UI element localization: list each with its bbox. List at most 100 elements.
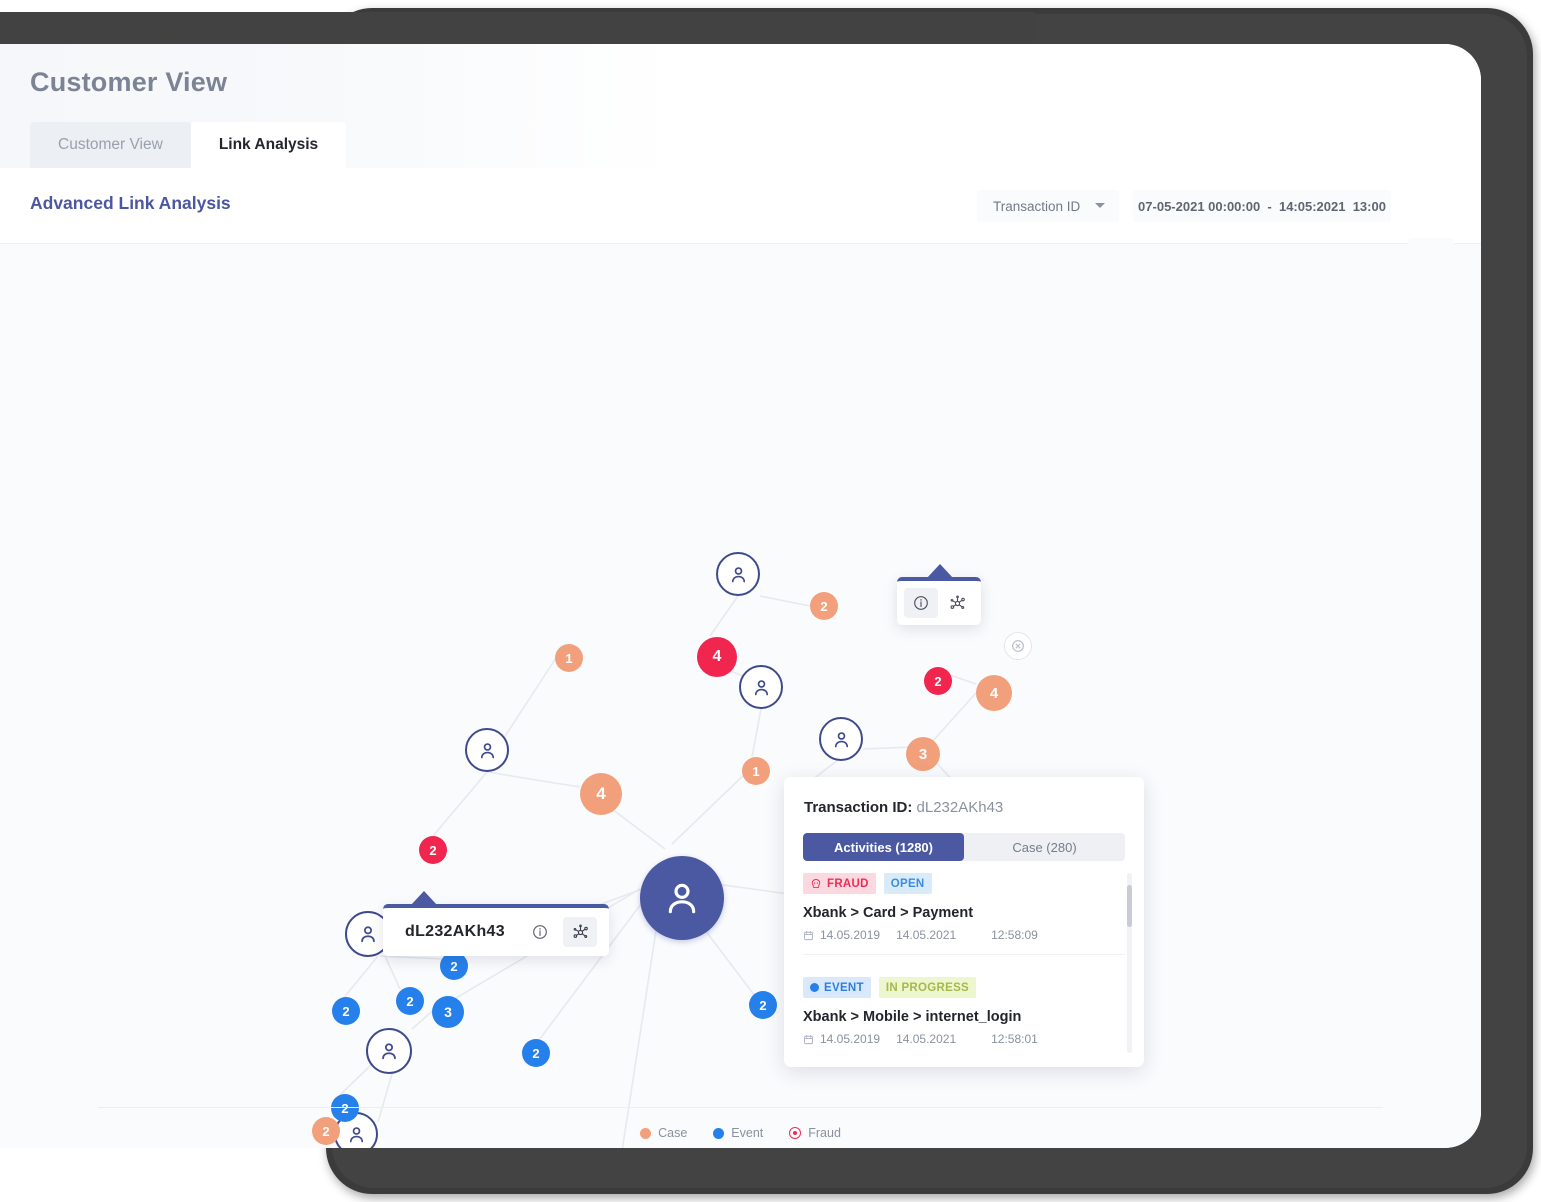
- tag-text: EVENT: [824, 981, 864, 994]
- list-item[interactable]: FRAUD OPEN Xbank > Card > Payment 14.05.…: [803, 873, 1125, 977]
- device-top-bar: [0, 12, 1035, 46]
- case-badge[interactable]: 1: [555, 644, 583, 672]
- node-tooltip-top[interactable]: [897, 564, 981, 625]
- list-item[interactable]: EVENT IN PROGRESS Xbank > Mobile > inter…: [803, 977, 1125, 1056]
- select-value: Transaction ID: [993, 198, 1081, 214]
- detail-title-value: dL232AKh43: [916, 799, 1004, 816]
- toolbar: Advanced Link Analysis Transaction ID 07…: [0, 168, 1481, 244]
- person-icon: [361, 926, 375, 943]
- activity-time: 12:58:01: [991, 1032, 1038, 1046]
- activity-meta: 14.05.2019 14.05.2021 12:58:01: [803, 1032, 1125, 1046]
- tab-activities[interactable]: Activities (1280): [803, 833, 964, 861]
- person-icon: [480, 742, 494, 758]
- case-badge[interactable]: 4: [976, 675, 1012, 711]
- case-badge[interactable]: 3: [906, 737, 940, 771]
- transaction-id-select[interactable]: Transaction ID: [977, 190, 1119, 222]
- node-info-button[interactable]: [523, 917, 557, 947]
- tag-text: OPEN: [890, 877, 925, 890]
- scrollbar[interactable]: [1127, 873, 1132, 1053]
- activity-date-1: 14.05.2019: [820, 928, 881, 942]
- event-badge[interactable]: 2: [331, 1094, 359, 1122]
- legend-item-case: Case: [640, 1126, 687, 1140]
- tooltip-caret: [411, 891, 437, 905]
- activity-name: Xbank > Mobile > internet_login: [803, 1009, 1022, 1025]
- person-icon: [834, 731, 848, 747]
- status-badge-open: OPEN: [883, 873, 932, 894]
- event-badge[interactable]: 3: [432, 996, 464, 1028]
- fraud-badge[interactable]: 2: [419, 836, 447, 864]
- section-title: Advanced Link Analysis: [30, 193, 231, 213]
- event-badge[interactable]: 2: [440, 952, 468, 980]
- info-icon: [914, 596, 928, 610]
- calendar-icon: [804, 930, 813, 940]
- case-badge[interactable]: 1: [742, 757, 770, 785]
- status-badge-event: EVENT: [803, 977, 871, 998]
- person-node[interactable]: [716, 552, 760, 596]
- person-node[interactable]: [739, 665, 783, 709]
- fraud-badge[interactable]: 2: [924, 667, 952, 695]
- event-badge[interactable]: 2: [522, 1039, 550, 1067]
- event-badge[interactable]: 2: [396, 987, 424, 1015]
- status-badge-in-progress: IN PROGRESS: [878, 977, 977, 998]
- detail-tabs: Activities (1280) Case (280): [803, 833, 1125, 861]
- person-icon: [754, 679, 768, 695]
- graph-legend: Case Event Fraud: [0, 1126, 1481, 1140]
- activity-name: Xbank > Card > Payment: [803, 905, 974, 921]
- activity-date-2: 14.05.2021: [896, 1032, 957, 1046]
- tooltip-label: dL232AKh43: [405, 923, 505, 940]
- legend-item-event: Event: [713, 1126, 763, 1140]
- activity-time: 12:58:09: [991, 928, 1038, 942]
- legend-label: Case: [658, 1126, 688, 1140]
- legend-label: Fraud: [808, 1126, 841, 1140]
- legend-item-fraud: Fraud: [789, 1126, 841, 1140]
- node-tooltip-bottom[interactable]: dL232AKh43: [383, 891, 609, 956]
- node-network-button[interactable]: [563, 917, 597, 947]
- main-tabs: Customer View Link Analysis: [30, 122, 347, 168]
- event-badge[interactable]: 2: [749, 991, 777, 1019]
- dot-icon: [810, 983, 819, 992]
- node-info-button[interactable]: [904, 588, 938, 618]
- close-circle-icon[interactable]: [1004, 632, 1032, 660]
- app-header: Customer View Customer View Link Analysi…: [0, 44, 1481, 168]
- hub-person-node[interactable]: [640, 856, 724, 940]
- detail-card-title: Transaction ID: dL232AKh43: [804, 799, 1003, 816]
- date-range-picker[interactable]: 07-05-2021 00:00:00 - 14:05:2021 13:00: [1133, 190, 1391, 222]
- status-badge-fraud: FRAUD: [803, 873, 876, 894]
- app-screen: Customer View Customer View Link Analysi…: [0, 44, 1481, 1148]
- case-badge[interactable]: 4: [580, 773, 622, 815]
- activity-date-1: 14.05.2019: [820, 1032, 881, 1046]
- network-icon: [573, 924, 588, 938]
- chevron-down-icon: [1095, 203, 1105, 208]
- case-badge[interactable]: 2: [810, 592, 838, 620]
- person-icon: [382, 1043, 396, 1060]
- calendar-icon: [804, 1034, 813, 1044]
- divider: [98, 1107, 1383, 1108]
- activity-date-2: 14.05.2021: [896, 928, 957, 942]
- close-icon: [1012, 640, 1024, 652]
- tab-case[interactable]: Case (280): [964, 833, 1125, 861]
- person-node[interactable]: [366, 1028, 412, 1074]
- legend-label: Event: [731, 1126, 764, 1140]
- page-title: Customer View: [30, 67, 228, 97]
- person-node[interactable]: [465, 728, 509, 772]
- tag-text: FRAUD: [827, 877, 869, 890]
- skull-icon: [811, 878, 821, 888]
- fraud-ring-icon: [789, 1127, 802, 1139]
- event-badge[interactable]: 2: [332, 997, 360, 1025]
- tooltip-caret: [927, 564, 953, 578]
- tag-text: IN PROGRESS: [885, 981, 970, 994]
- tab-link-analysis[interactable]: Link Analysis: [190, 122, 347, 168]
- activity-meta: 14.05.2019 14.05.2021 12:58:09: [803, 928, 1125, 942]
- person-node[interactable]: [819, 717, 863, 761]
- case-dot-icon: [640, 1127, 652, 1139]
- tab-customer-view[interactable]: Customer View: [30, 122, 191, 168]
- scrollbar-thumb[interactable]: [1127, 885, 1132, 927]
- link-analysis-canvas[interactable]: 2 1 4 2 4 1 3 4 2 2 2 2 2 2 3 2 2 2 2 1 …: [0, 244, 1481, 1148]
- activity-list: FRAUD OPEN Xbank > Card > Payment 14.05.…: [803, 873, 1125, 1053]
- transaction-detail-card[interactable]: Transaction ID: dL232AKh43 Activities (1…: [784, 777, 1144, 1067]
- node-network-button[interactable]: [940, 588, 974, 618]
- fraud-badge[interactable]: 4: [697, 637, 737, 677]
- activity-tags: EVENT IN PROGRESS: [803, 977, 1125, 998]
- event-dot-icon: [713, 1127, 725, 1139]
- divider: [803, 954, 1125, 955]
